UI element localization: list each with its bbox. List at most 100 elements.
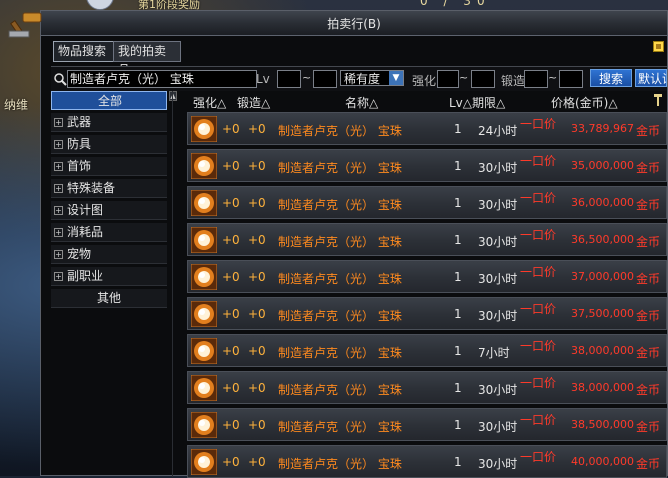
enhance-max-input[interactable] [471,70,495,88]
enhance-value: +0 [222,233,240,247]
category-label: 副职业 [67,269,104,283]
auction-window: 拍卖行(B) 物品搜索 我的拍卖品 制造者卢克（光） 宝珠 Lv ~ 稀有度 ▼… [8,10,668,478]
time-remaining: 30小时 [478,272,518,286]
time-remaining: 30小时 [478,235,518,249]
category-item[interactable]: + 特殊装备 [51,179,167,198]
lv-max-input[interactable] [313,70,337,88]
table-row[interactable]: +0 +0 制造者卢克（光） 宝珠 1 30小时 一口价 37,500,000 金币 [187,297,667,330]
time-remaining: 30小时 [478,457,518,471]
forge-min-input[interactable] [524,70,548,88]
orb-item-icon[interactable] [190,115,218,143]
time-remaining: 7小时 [478,346,510,360]
expand-plus-icon[interactable]: + [54,206,63,215]
forge-value: +0 [248,455,266,469]
category-label: 防具 [67,137,92,151]
header-lv-time[interactable]: Lv△期限△ [449,94,505,111]
orb-item-icon[interactable] [190,152,218,180]
forge-max-input[interactable] [559,70,583,88]
tab-item-search[interactable]: 物品搜索 [53,41,117,62]
table-row[interactable]: +0 +0 制造者卢克（光） 宝珠 1 30小时 一口价 35,000,000 金币 [187,149,667,182]
window-title: 拍卖行(B) [327,17,381,31]
expand-plus-icon[interactable]: + [54,162,63,171]
header-price[interactable]: 价格(金币)△ [551,94,618,111]
expand-plus-icon[interactable]: + [54,250,63,259]
orb-item-icon[interactable] [190,300,218,328]
item-name: 制造者卢克（光） 宝珠 [278,161,402,175]
category-item[interactable]: + 设计图 [51,201,167,220]
buyout-label: 一口价 [520,265,557,279]
table-row[interactable]: +0 +0 制造者卢克（光） 宝珠 1 7小时 一口价 38,000,000 金币 [187,334,667,367]
table-row[interactable]: +0 +0 制造者卢克（光） 宝珠 1 24小时 一口价 33,789,967 金币 [187,112,667,145]
expand-plus-icon[interactable]: + [54,228,63,237]
expand-plus-icon[interactable]: + [54,184,63,193]
orb-item-icon[interactable] [190,337,218,365]
rarity-select[interactable]: 稀有度 ▼ [340,70,404,86]
item-name: 制造者卢克（光） 宝珠 [278,420,402,434]
category-item[interactable]: 其他 [51,289,167,308]
buyout-label: 一口价 [520,450,557,464]
lv-min-input[interactable] [277,70,301,88]
expand-plus-icon[interactable]: + [54,272,63,281]
time-remaining: 30小时 [478,420,518,434]
enhance-value: +0 [222,344,240,358]
table-row[interactable]: +0 +0 制造者卢克（光） 宝珠 1 30小时 一口价 38,000,000 金币 [187,371,667,404]
table-row[interactable]: +0 +0 制造者卢克（光） 宝珠 1 30小时 一口价 38,500,000 金币 [187,408,667,441]
item-level: 1 [454,159,462,173]
pin-icon[interactable] [653,93,663,107]
orb-item-icon[interactable] [190,189,218,217]
expand-plus-icon[interactable]: + [54,118,63,127]
orb-item-icon[interactable] [190,374,218,402]
currency-label: 金币 [636,272,661,286]
forge-value: +0 [248,344,266,358]
category-item[interactable]: + 首饰 [51,157,167,176]
orb-item-icon[interactable] [190,226,218,254]
forge-label: 锻造 [501,74,526,88]
category-item[interactable]: + 消耗品 [51,223,167,242]
item-name-input[interactable]: 制造者卢克（光） 宝珠 [67,70,257,88]
table-row[interactable]: +0 +0 制造者卢克（光） 宝珠 1 30小时 一口价 40,000,000 金币 [187,445,667,478]
default-settings-button[interactable]: 默认设 [635,69,667,87]
table-row[interactable]: +0 +0 制造者卢克（光） 宝珠 1 30小时 一口价 37,000,000 金币 [187,260,667,293]
item-level: 1 [454,455,462,469]
forge-value: +0 [248,418,266,432]
expand-plus-icon[interactable]: + [54,140,63,149]
category-item[interactable]: + 副职业 [51,267,167,286]
table-row[interactable]: +0 +0 制造者卢克（光） 宝珠 1 30小时 一口价 36,000,000 金币 [187,186,667,219]
category-item[interactable]: + 武器 [51,113,167,132]
price-value: 38,500,000 [571,418,634,431]
item-name: 制造者卢克（光） 宝珠 [278,272,402,286]
currency-label: 金币 [636,161,661,175]
table-row[interactable]: +0 +0 制造者卢克（光） 宝珠 1 30小时 一口价 36,500,000 金币 [187,223,667,256]
close-button[interactable] [653,41,664,52]
item-level: 1 [454,233,462,247]
currency-label: 金币 [636,420,661,434]
enhance-label: 强化 [412,74,437,88]
tab-my-auctions[interactable]: 我的拍卖品 [113,41,181,77]
time-remaining: 30小时 [478,383,518,397]
sidebar-divider [172,91,173,477]
npc-name-label: 纳维 [4,98,29,112]
header-enhance[interactable]: 强化△ [193,94,226,111]
header-name[interactable]: 名称△ [345,94,378,111]
orb-item-icon[interactable] [190,263,218,291]
item-level: 1 [454,196,462,210]
category-item[interactable]: 全部 [51,91,167,110]
currency-label: 金币 [636,457,661,471]
enhance-min-input[interactable] [437,70,459,88]
forge-value: +0 [248,307,266,321]
orb-item-icon[interactable] [190,448,218,476]
price-value: 33,789,967 [571,122,634,135]
item-name: 制造者卢克（光） 宝珠 [278,309,402,323]
search-button[interactable]: 搜索 [590,69,632,87]
window-titlebar[interactable]: 拍卖行(B) [41,11,667,36]
header-forge[interactable]: 锻造△ [237,94,270,111]
lv-label: Lv [256,72,270,86]
item-name: 制造者卢克（光） 宝珠 [278,346,402,360]
orb-item-icon[interactable] [190,411,218,439]
currency-label: 金币 [636,346,661,360]
buyout-label: 一口价 [520,117,557,131]
lv-range-tilde: ~ [302,71,312,84]
category-item[interactable]: + 宠物 [51,245,167,264]
scroll-up-arrow-icon[interactable]: ▲ [169,91,177,101]
category-item[interactable]: + 防具 [51,135,167,154]
